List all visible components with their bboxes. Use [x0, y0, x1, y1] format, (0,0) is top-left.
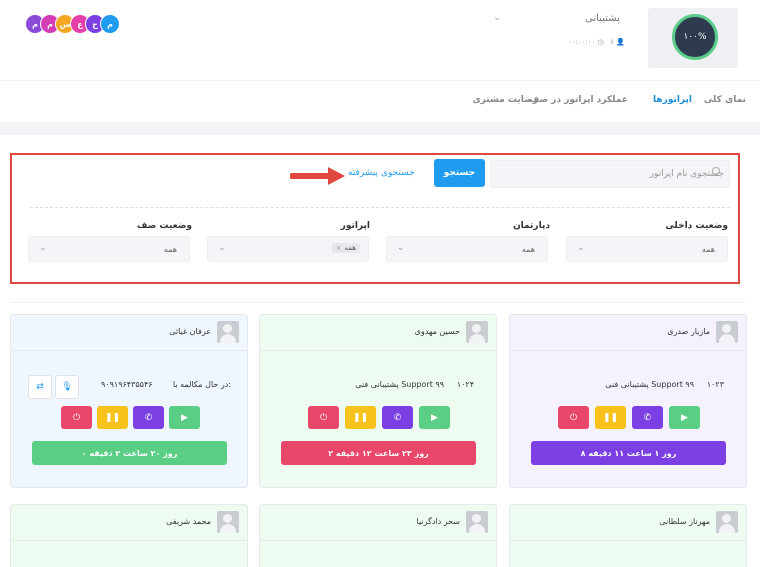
logout-button[interactable]: ⏻	[558, 406, 589, 429]
online-operators-badges: م م س ع ح م	[25, 14, 120, 34]
operator-card: محمد شریفی	[10, 504, 248, 567]
card-header: مهرناز سلطانی	[510, 505, 746, 541]
operator-name: محمد شریفی	[166, 517, 211, 526]
card-header: مازیار صدری	[510, 315, 746, 351]
operator-card: حسین مهدوی ۱۰۲۴ پشتیبانی فنی Support ۹۹ …	[259, 314, 497, 488]
queue-label: پشتیبانی فنی Support ۹۹	[605, 380, 694, 389]
top-bar	[0, 0, 760, 80]
operator-card: مازیار صدری ۱۰۲۳ پشتیبانی فنی Support ۹۹…	[509, 314, 747, 488]
clock-icon: ◷	[597, 38, 604, 46]
operator-name: عرفان غیاثی	[169, 327, 211, 336]
avatar	[466, 511, 488, 533]
pause-button[interactable]: ❚❚	[97, 406, 128, 429]
card-header: سحر دادگرنیا	[260, 505, 496, 541]
status-duration: ۲ روز ۲۳ ساعت ۱۲ دقیقه	[281, 441, 476, 465]
pause-button[interactable]: ❚❚	[595, 406, 626, 429]
pause-button[interactable]: ❚❚	[345, 406, 376, 429]
operator-badge[interactable]: م	[100, 14, 120, 34]
avatar	[466, 321, 488, 343]
queue-stats: ۰۰:۰۰:۰۰ ◷ ۶ 👤	[568, 38, 625, 46]
operator-card: مهرناز سلطانی	[509, 504, 747, 567]
tab-customer-satisfaction[interactable]: رضایت مشتری	[472, 95, 538, 105]
queue-label: پشتیبانی فنی Support ۹۹	[355, 380, 444, 389]
operator-card: عرفان غیاثی در حال مکالمه با: ۹۰۹۱۹۶۴۳۵۵…	[10, 314, 248, 488]
tabs-bar	[0, 80, 760, 122]
in-call-label: در حال مکالمه با:	[172, 380, 231, 389]
status-duration: ۰ روز ۲۰ ساعت ۲ دقیقه	[32, 441, 227, 465]
transfer-call-icon[interactable]: ⇄	[28, 375, 52, 399]
call-button[interactable]: ✆	[632, 406, 663, 429]
operator-name: مهرناز سلطانی	[659, 517, 710, 526]
highlight-annotation	[10, 153, 740, 284]
avatar	[217, 511, 239, 533]
logout-button[interactable]: ⏻	[61, 406, 92, 429]
queue-count: ۶	[610, 38, 615, 46]
tab-operator-performance[interactable]: عملکرد اپراتور در صف	[529, 95, 628, 105]
operator-name: سحر دادگرنیا	[416, 517, 460, 526]
play-button[interactable]: ▶	[669, 406, 700, 429]
extension-number: ۱۰۲۳	[706, 380, 724, 389]
logout-button[interactable]: ⏻	[308, 406, 339, 429]
chevron-down-icon[interactable]: ⌄	[493, 12, 501, 23]
divider	[10, 302, 745, 303]
play-button[interactable]: ▶	[169, 406, 200, 429]
tab-operators[interactable]: اپراتورها	[653, 95, 692, 105]
call-button[interactable]: ✆	[133, 406, 164, 429]
avatar	[716, 511, 738, 533]
operator-name: حسین مهدوی	[414, 327, 460, 336]
play-button[interactable]: ▶	[419, 406, 450, 429]
call-button[interactable]: ✆	[382, 406, 413, 429]
avatar	[217, 321, 239, 343]
operator-card: سحر دادگرنیا	[259, 504, 497, 567]
time-text: ۰۰:۰۰:۰۰	[568, 38, 596, 46]
queue-percent-gauge: ۱۰۰%	[672, 14, 718, 60]
microphone-icon[interactable]: 🎙	[55, 375, 79, 399]
operator-name: مازیار صدری	[667, 327, 710, 336]
caller-phone: ۹۰۹۱۹۶۴۳۵۵۴۶	[101, 380, 153, 389]
user-icon: 👤	[616, 38, 626, 46]
avatar	[716, 321, 738, 343]
tab-overview[interactable]: نمای کلی	[704, 95, 746, 105]
card-header: حسین مهدوی	[260, 315, 496, 351]
extension-number: ۱۰۲۴	[456, 380, 474, 389]
card-header: محمد شریفی	[11, 505, 247, 541]
card-header: عرفان غیاثی	[11, 315, 247, 351]
queue-name[interactable]: پشتیبانی	[585, 13, 620, 24]
status-duration: ۸ روز ۱ ساعت ۱۱ دقیقه	[531, 441, 726, 465]
